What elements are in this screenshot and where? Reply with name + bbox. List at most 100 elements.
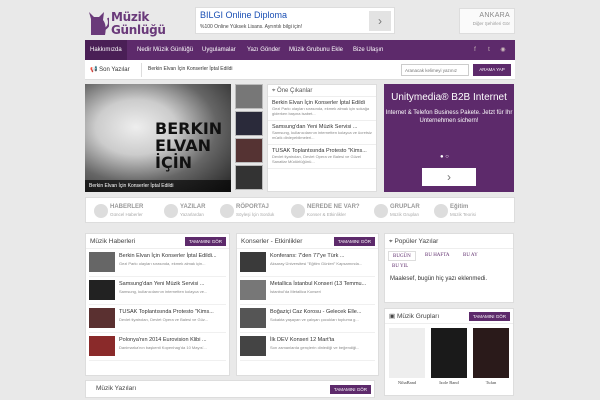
site-logo[interactable]: Müzik Günlüğü — [85, 7, 166, 37]
list-item-title[interactable]: Samsung'dan Yeni Müzik Servisi ... — [119, 281, 204, 287]
list-item-title[interactable]: Polonya'nın 2014 Eurovision Klibi ... — [119, 337, 207, 343]
weather-other-cities[interactable]: Diğer Şehirleri Gör — [464, 21, 510, 26]
tab-bu-ay[interactable]: BU AY — [459, 251, 482, 261]
list-item[interactable]: Polonya'nın 2014 Eurovision Klibi ... Dan… — [89, 335, 226, 361]
list-item-title[interactable]: TUSAK Toplantısında Protesto "Kims... — [119, 309, 214, 315]
articles-panel: Müzik Yazıları TAMAMINI GÖR — [85, 380, 375, 398]
pen-icon — [164, 204, 178, 218]
news-panel-title: Müzik Haberleri — [90, 238, 136, 245]
concerts-more-button[interactable]: TAMAMINI GÖR — [333, 237, 375, 246]
top-banner-ad[interactable]: BILGI Online Diploma %100 Online Yüksek … — [195, 7, 395, 34]
ticker-divider — [141, 63, 142, 77]
tab-bu-yil[interactable]: BU YIL — [388, 262, 412, 272]
nav-item-grup-ekle[interactable]: Müzik Grubunu Ekle — [289, 40, 343, 60]
ad-title: BILGI Online Diploma — [200, 10, 288, 20]
slider-thumb[interactable] — [235, 111, 263, 136]
search-button[interactable]: ARAMA YAP — [473, 64, 511, 76]
twitter-icon[interactable]: t — [484, 45, 494, 55]
slider-thumb[interactable] — [235, 84, 263, 109]
category-name: HABERLER — [110, 204, 144, 210]
thumbnail — [89, 252, 115, 272]
featured-item[interactable]: Samsung'dan Yeni Müzik Servisi ... Samsun… — [268, 121, 376, 145]
slider-thumb[interactable] — [235, 165, 263, 190]
list-item-desc: İstanbul'da Metallica Konseri — [270, 289, 321, 294]
featured-item[interactable]: TUSAK Toplantısında Protesto "Kims... Dev… — [268, 145, 376, 169]
news-panel: Müzik Haberleri TAMAMINI GÖR Berkin Elvan… — [85, 233, 230, 376]
category-name: GRUPLAR — [390, 204, 420, 210]
list-item-desc: Samsung, kullanıcılarının internetten ko… — [119, 289, 208, 294]
group-label[interactable]: NihaBand — [389, 380, 425, 385]
featured-title: ⌖ Öne Çıkanlar — [268, 85, 376, 97]
logo-line1: Müzik — [111, 10, 150, 24]
weather-widget[interactable]: ANKARA Diğer Şehirleri Gör — [459, 8, 515, 34]
main-nav: Hakkımızda Nedir Müzik Günlüğü Uygulamal… — [85, 40, 515, 60]
list-item[interactable]: Samsung'dan Yeni Müzik Servisi ... Samsun… — [89, 279, 226, 305]
nav-item-hakkimizda[interactable]: Hakkımızda — [85, 40, 127, 60]
group-grid: NihaBand Izole Band Tufan — [385, 324, 513, 394]
list-item[interactable]: Metallica İstanbul Konseri (13 Temmu... İ… — [240, 279, 375, 305]
chevron-right-icon[interactable]: › — [369, 11, 391, 31]
side-ad[interactable]: Unitymedia® B2B Internet Internet & Tele… — [384, 84, 514, 192]
thumbnail — [240, 336, 266, 356]
group-image[interactable] — [431, 328, 467, 378]
popular-panel: ⌖ Popüler Yazılar BUGÜN BU HAFTA BU AY B… — [384, 233, 514, 303]
popular-header: ⌖ Popüler Yazılar — [385, 234, 513, 249]
group-icon: ▣ — [389, 313, 397, 320]
facebook-icon[interactable]: f — [470, 45, 480, 55]
articles-title: Müzik Yazıları — [96, 385, 137, 392]
list-item[interactable]: Berkin Elvan İçin Konserler İptal Edildi… — [89, 251, 226, 277]
nav-item-iletisim[interactable]: Bize Ulaşın — [353, 40, 383, 60]
carousel-dots[interactable]: ● ○ — [440, 154, 449, 160]
groups-more-button[interactable]: TAMAMINI GÖR — [468, 312, 510, 321]
group-label[interactable]: Izole Band — [431, 380, 467, 385]
list-item-title[interactable]: Metallica İstanbul Konseri (13 Temmu... — [270, 281, 366, 287]
list-item-title[interactable]: Berkin Elvan İçin Konserler İptal Edildi… — [119, 253, 217, 259]
chevron-right-icon[interactable]: › — [422, 168, 476, 186]
ticker-label-text: Son Yazılar — [99, 67, 130, 73]
list-item[interactable]: Konferans: 7'den 77'ye Türk ... Aksaray Ü… — [240, 251, 375, 277]
group-label[interactable]: Tufan — [473, 380, 509, 385]
list-item[interactable]: İlk DEV Konseri 12 Mart'ta Son zamanlarda… — [240, 335, 375, 361]
category-sub: Müzik Grupları — [390, 212, 420, 217]
group-image[interactable] — [389, 328, 425, 378]
thumbnail — [240, 252, 266, 272]
ticker-label: 📢 Son Yazılar — [90, 66, 130, 73]
group-image[interactable] — [473, 328, 509, 378]
ticker-headline[interactable]: Berkin Elvan İçin Konserler İptal Edildi — [148, 66, 233, 72]
category-name: RÖPORTAJ — [236, 204, 269, 210]
list-item-title[interactable]: Konferans: 7'den 77'ye Türk ... — [270, 253, 344, 259]
ad-subtitle: %100 Online Yüksek Lisans. Ayrıntılı bil… — [200, 24, 303, 30]
guitar-icon — [374, 204, 388, 218]
slider-caption[interactable]: Berkin Elvan İçin Konserler İptal Edildi — [85, 180, 231, 192]
rss-icon[interactable]: ◉ — [498, 45, 508, 55]
latest-ticker: 📢 Son Yazılar Berkin Elvan İçin Konserle… — [85, 60, 515, 80]
category-name: YAZILAR — [180, 204, 206, 210]
category-sub: Güncel Haberler — [110, 212, 143, 217]
articles-more-button[interactable]: TAMAMINI GÖR — [329, 385, 371, 394]
list-item-title[interactable]: Boğaziçi Caz Korosu - Gelecek Elle... — [270, 309, 361, 315]
list-item-desc: Son zamanlarda gençlerin dinlediği ve be… — [270, 345, 360, 350]
featured-item[interactable]: Berkin Elvan İçin Konserler İptal Edildi… — [268, 97, 376, 121]
slider-thumb[interactable] — [235, 138, 263, 163]
list-item[interactable]: Boğaziçi Caz Korosu - Gelecek Elle... Sok… — [240, 307, 375, 333]
nav-item-uygulamalar[interactable]: Uygulamalar — [202, 40, 236, 60]
list-item-desc: Danimarka'nın başkenti Kopenhag'da 10 Ma… — [119, 345, 207, 350]
list-item-title[interactable]: İlk DEV Konseri 12 Mart'ta — [270, 337, 334, 343]
category-bar: HABERLER Güncel Haberler YAZILAR Yazarlard… — [85, 197, 515, 223]
nav-item-yazi-gonder[interactable]: Yazı Gönder — [247, 40, 280, 60]
list-item-desc: Devlet tiyatroları, Devlet Opera ve Bale… — [119, 317, 209, 322]
list-item-desc: Gezi Parkı olayları sırasında, ekmek alm… — [119, 261, 206, 266]
list-item[interactable]: TUSAK Toplantısında Protesto "Kims... Dev… — [89, 307, 226, 333]
tab-bugun[interactable]: BUGÜN — [388, 251, 416, 261]
featured-item-desc: Samsung, kullanıcılarının internetten ko… — [272, 130, 372, 140]
list-item-desc: Sokakta yaşayan ve çalışan çocukları top… — [270, 317, 359, 322]
groups-header: ▣ Müzik Grupları TAMAMINI GÖR — [385, 309, 513, 324]
search-input[interactable] — [401, 64, 469, 76]
news-more-button[interactable]: TAMAMINI GÖR — [184, 237, 226, 246]
slider-thumbnails — [235, 84, 263, 192]
category-sub: Konser & Etkinlikler — [307, 212, 347, 217]
nav-item-nedir[interactable]: Nedir Müzik Günlüğü — [137, 40, 193, 60]
tab-bu-hafta[interactable]: BU HAFTA — [421, 251, 453, 261]
hero-slider[interactable]: BERKIN ELVAN İÇİN Berkin Elvan İçin Kons… — [85, 84, 231, 192]
microphone-icon — [94, 204, 108, 218]
